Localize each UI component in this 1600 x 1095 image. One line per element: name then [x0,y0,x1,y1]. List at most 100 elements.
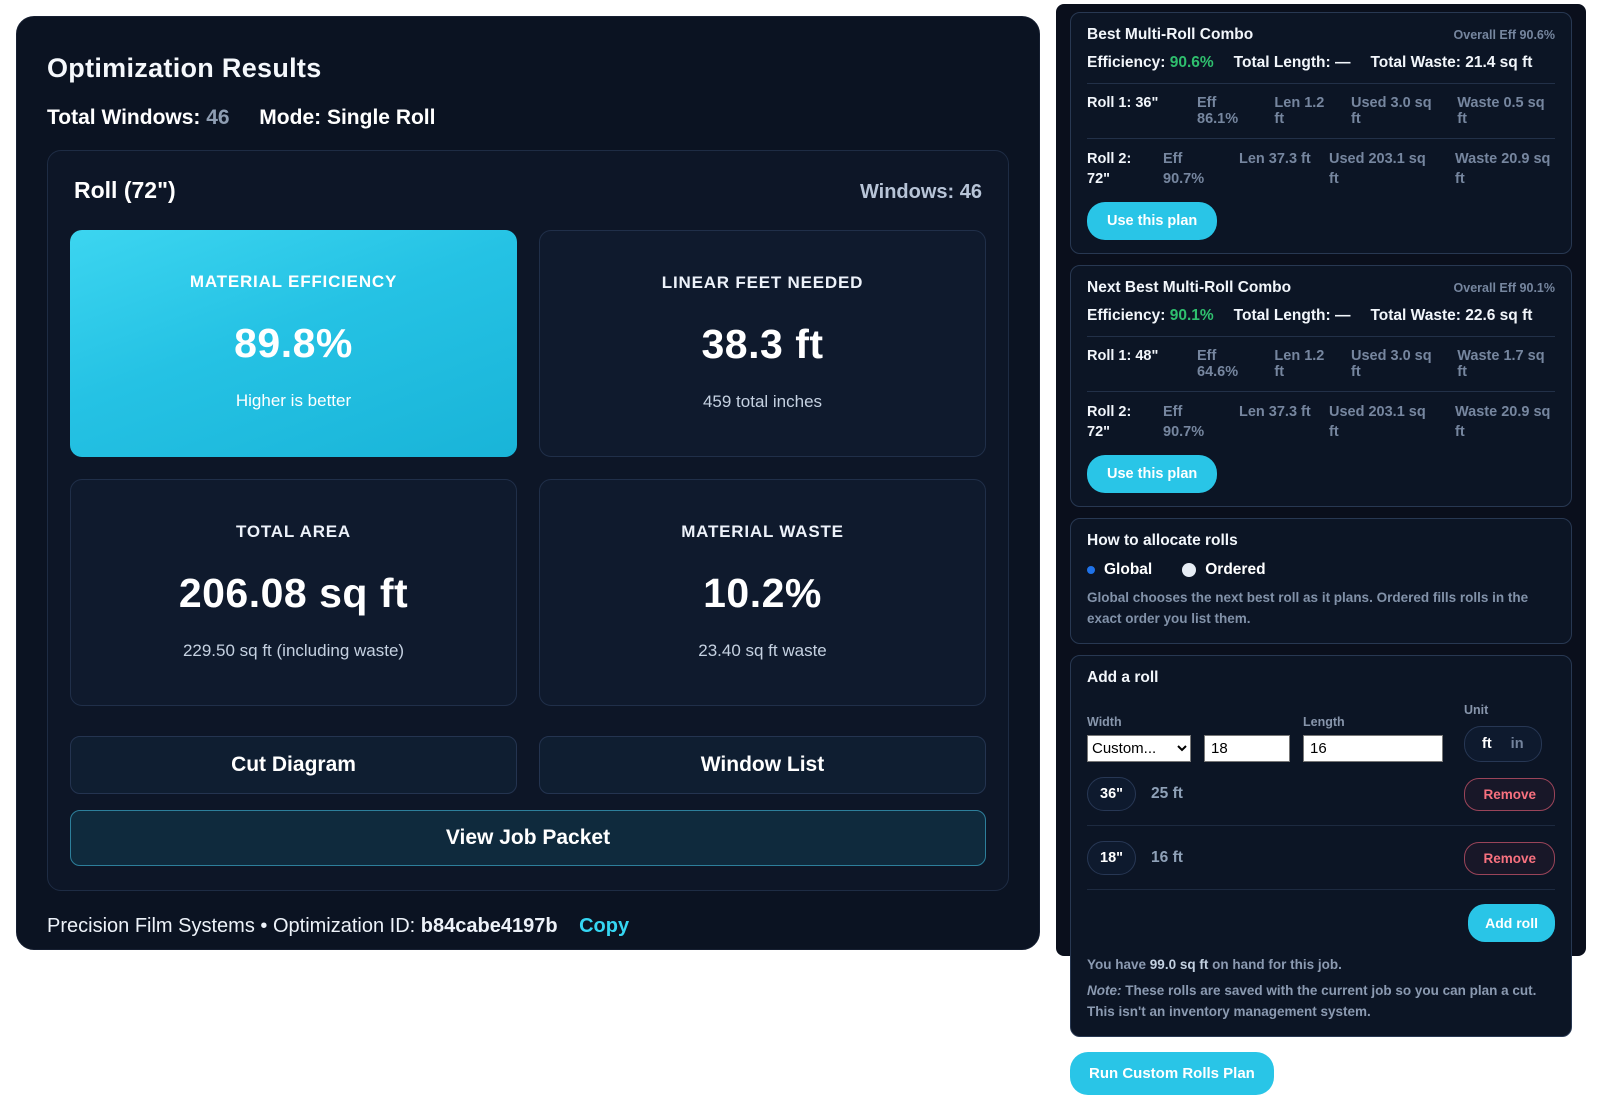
roll-name: Roll 2: 72" [1087,403,1147,442]
length-label: Length [1303,715,1443,729]
unit-label: Unit [1464,703,1542,717]
total-length-label: Total Length: [1234,307,1331,324]
total-windows-label: Total Windows: [47,106,200,129]
optimization-id-value: b84cabe4197b [421,915,558,937]
roll-len: Len 1.2 ft [1274,348,1336,380]
remove-roll-button[interactable]: Remove [1464,842,1555,875]
run-custom-rolls-plan-button[interactable]: Run Custom Rolls Plan [1070,1052,1274,1095]
stat-card-linear-feet: LINEAR FEET NEEDED 38.3 ft 459 total inc… [539,230,986,457]
footer-dot: • [260,915,267,937]
combo-overall-eff: Overall Eff 90.1% [1454,281,1555,295]
add-roll-button[interactable]: Add roll [1468,904,1555,942]
window-list-button[interactable]: Window List [539,736,986,794]
optimization-results-panel: Optimization Results Total Windows: 46 M… [16,16,1040,950]
total-waste-label: Total Waste: [1370,307,1460,324]
roll-name: Roll 1: 48" [1087,348,1182,364]
stat-subtext: Higher is better [88,391,499,411]
roll-width-badge: 36" [1087,777,1136,811]
total-length-value: — [1335,307,1351,324]
allocation-card: How to allocate rolls Global Ordered Glo… [1070,518,1572,644]
total-waste-value: 21.4 sq ft [1465,54,1532,71]
roll-windows-count: Windows: 46 [860,181,982,204]
length-input[interactable] [1303,735,1443,762]
combo-card-best: Best Multi-Roll Combo Overall Eff 90.6% … [1070,12,1572,254]
radio-label: Ordered [1205,561,1265,579]
radio-ordered[interactable]: Ordered [1182,561,1265,579]
mode-label: Mode: [259,106,321,129]
optimization-id-label: Optimization ID: [273,915,415,937]
combo-metrics: Efficiency: 90.1% Total Length: — Total … [1087,307,1555,325]
total-windows-value: 46 [206,106,229,129]
radio-selected-icon [1087,566,1095,574]
radio-global[interactable]: Global [1087,561,1152,579]
add-roll-fields: Width Custom... Length Unit ft in [1087,703,1555,762]
roll-eff: Eff 90.7% [1163,403,1223,442]
roll-waste: Waste 20.9 sq ft [1455,403,1553,442]
width-input[interactable] [1204,735,1290,762]
use-this-plan-button[interactable]: Use this plan [1087,455,1217,493]
saved-roll-row: 18" 16 ft Remove [1087,826,1555,889]
roll-used: Used 203.1 sq ft [1329,403,1439,442]
stats-grid: MATERIAL EFFICIENCY 89.8% Higher is bett… [70,230,986,706]
summary-line: Total Windows: 46 Mode: Single Roll [47,106,1009,130]
stat-label: TOTAL AREA [89,522,498,542]
roll-name: Roll 2: 72" [1087,150,1147,189]
stat-label: MATERIAL EFFICIENCY [88,272,499,292]
stat-card-total-area: TOTAL AREA 206.08 sq ft 229.50 sq ft (in… [70,479,517,706]
divider [1087,336,1555,337]
add-roll-card: Add a roll Width Custom... Length Unit f… [1070,655,1572,1037]
stat-value: 206.08 sq ft [89,570,498,617]
roll-eff: Eff 86.1% [1197,95,1259,127]
combo-title: Next Best Multi-Roll Combo [1087,279,1291,297]
combo-card-next-best: Next Best Multi-Roll Combo Overall Eff 9… [1070,265,1572,507]
roll-waste: Waste 20.9 sq ft [1455,150,1553,189]
roll-length-text: 16 ft [1151,849,1464,867]
roll-len: Len 37.3 ft [1239,403,1313,442]
roll-card-header: Roll (72") Windows: 46 [70,177,986,204]
roll-width-badge: 18" [1087,841,1136,875]
roll-eff: Eff 64.6% [1197,348,1259,380]
on-hand-value: 99.0 sq ft [1150,957,1209,972]
efficiency-label: Efficiency: [1087,307,1165,324]
total-waste-value: 22.6 sq ft [1465,307,1532,324]
use-this-plan-button[interactable]: Use this plan [1087,202,1217,240]
combo-roll-row: Roll 2: 72" Eff 90.7% Len 37.3 ft Used 2… [1087,403,1555,442]
brand-text: Precision Film Systems [47,915,255,937]
stat-card-material-efficiency: MATERIAL EFFICIENCY 89.8% Higher is bett… [70,230,517,457]
roll-length-text: 25 ft [1151,785,1464,803]
roll-used: Used 3.0 sq ft [1351,95,1442,127]
stat-subtext: 459 total inches [558,392,967,412]
stat-label: MATERIAL WASTE [558,522,967,542]
copy-id-link[interactable]: Copy [579,915,629,937]
radio-label: Global [1104,561,1152,579]
add-roll-title: Add a roll [1087,669,1555,687]
right-sidebar: Best Multi-Roll Combo Overall Eff 90.6% … [1056,4,1586,956]
combo-title: Best Multi-Roll Combo [1087,26,1253,44]
divider [1087,83,1555,84]
combo-roll-row: Roll 1: 48" Eff 64.6% Len 1.2 ft Used 3.… [1087,348,1555,380]
roll-waste: Waste 0.5 sq ft [1457,95,1555,127]
unit-in-toggle[interactable]: in [1511,736,1524,752]
combo-roll-row: Roll 2: 72" Eff 90.7% Len 37.3 ft Used 2… [1087,150,1555,189]
efficiency-label: Efficiency: [1087,54,1165,71]
cut-diagram-button[interactable]: Cut Diagram [70,736,517,794]
divider [1087,391,1555,392]
combo-roll-row: Roll 1: 36" Eff 86.1% Len 1.2 ft Used 3.… [1087,95,1555,127]
remove-roll-button[interactable]: Remove [1464,778,1555,811]
view-job-packet-button[interactable]: View Job Packet [70,810,986,866]
allocation-options: Global Ordered [1087,561,1555,579]
allocation-description: Global chooses the next best roll as it … [1087,588,1555,630]
unit-ft-toggle[interactable]: ft [1482,736,1492,752]
roll-used: Used 203.1 sq ft [1329,150,1439,189]
roll-name: Roll 1: 36" [1087,95,1182,111]
width-select[interactable]: Custom... [1087,735,1191,762]
radio-unselected-icon [1182,563,1196,577]
roll-used: Used 3.0 sq ft [1351,348,1442,380]
saved-roll-row: 36" 25 ft Remove [1087,762,1555,826]
stat-subtext: 229.50 sq ft (including waste) [89,641,498,661]
stat-label: LINEAR FEET NEEDED [558,273,967,293]
width-label: Width [1087,715,1290,729]
mode-value: Single Roll [327,106,436,129]
stat-value: 89.8% [88,320,499,367]
total-waste-label: Total Waste: [1370,54,1460,71]
